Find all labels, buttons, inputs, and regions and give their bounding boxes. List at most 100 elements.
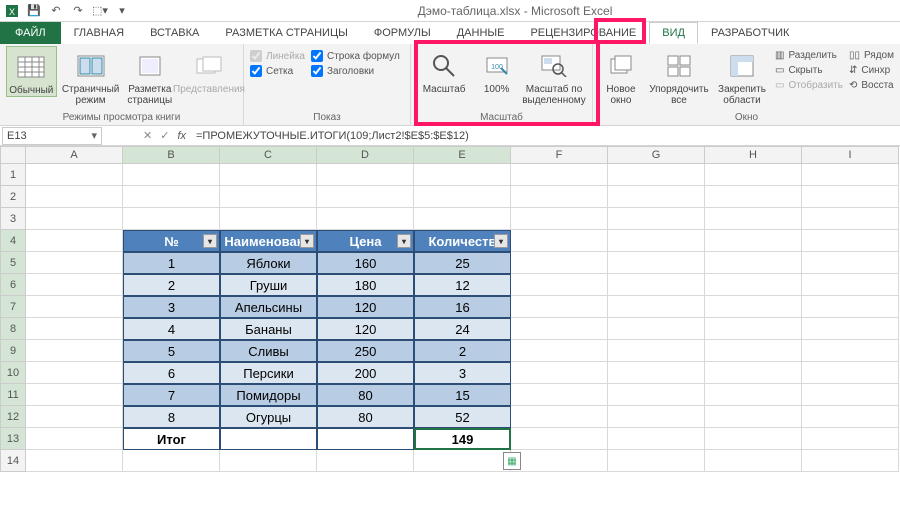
cell-B3[interactable] (123, 208, 220, 230)
col-header-F[interactable]: F (511, 146, 608, 164)
cell-G8[interactable] (608, 318, 705, 340)
filter-button[interactable]: ▾ (300, 234, 314, 248)
cell-A1[interactable] (26, 164, 123, 186)
cell-B2[interactable] (123, 186, 220, 208)
cell-G1[interactable] (608, 164, 705, 186)
cell-C13[interactable] (220, 428, 317, 450)
tab-review[interactable]: РЕЦЕНЗИРОВАНИЕ (517, 22, 649, 44)
cell-E14[interactable] (414, 450, 511, 472)
col-header-H[interactable]: H (705, 146, 802, 164)
cell-C10[interactable]: Персики (220, 362, 317, 384)
cell-A5[interactable] (26, 252, 123, 274)
filter-button[interactable]: ▾ (494, 234, 508, 248)
cell-D14[interactable] (317, 450, 414, 472)
cell-F11[interactable] (511, 384, 608, 406)
tab-file[interactable]: ФАЙЛ (0, 22, 61, 44)
cell-I5[interactable] (802, 252, 899, 274)
cell-E12[interactable]: 52 (414, 406, 511, 428)
tab-view[interactable]: ВИД (649, 22, 698, 44)
cell-E2[interactable] (414, 186, 511, 208)
cell-B14[interactable] (123, 450, 220, 472)
tab-formulas[interactable]: ФОРМУЛЫ (361, 22, 444, 44)
cell-C2[interactable] (220, 186, 317, 208)
undo-icon[interactable]: ↶ (48, 3, 64, 19)
redo-icon[interactable]: ↷ (70, 3, 86, 19)
cell-F10[interactable] (511, 362, 608, 384)
cell-B11[interactable]: 7 (123, 384, 220, 406)
cell-H10[interactable] (705, 362, 802, 384)
col-header-C[interactable]: C (220, 146, 317, 164)
cell-B5[interactable]: 1 (123, 252, 220, 274)
cell-A6[interactable] (26, 274, 123, 296)
cell-I3[interactable] (802, 208, 899, 230)
cell-F2[interactable] (511, 186, 608, 208)
row-header-10[interactable]: 10 (0, 362, 26, 384)
cell-F4[interactable] (511, 230, 608, 252)
cell-C7[interactable]: Апельсины (220, 296, 317, 318)
cell-H4[interactable] (705, 230, 802, 252)
cell-D11[interactable]: 80 (317, 384, 414, 406)
row-header-4[interactable]: 4 (0, 230, 26, 252)
cell-I10[interactable] (802, 362, 899, 384)
cell-I1[interactable] (802, 164, 899, 186)
new-window-button[interactable]: Новое окно (599, 46, 643, 106)
cell-D7[interactable]: 120 (317, 296, 414, 318)
cell-G7[interactable] (608, 296, 705, 318)
cell-H14[interactable] (705, 450, 802, 472)
cell-E3[interactable] (414, 208, 511, 230)
cell-I4[interactable] (802, 230, 899, 252)
col-header-E[interactable]: E (414, 146, 511, 164)
cell-H1[interactable] (705, 164, 802, 186)
cell-I13[interactable] (802, 428, 899, 450)
check-formula-bar[interactable]: Строка формул (311, 50, 400, 62)
cell-B6[interactable]: 2 (123, 274, 220, 296)
row-header-13[interactable]: 13 (0, 428, 26, 450)
cell-E9[interactable]: 2 (414, 340, 511, 362)
row-header-8[interactable]: 8 (0, 318, 26, 340)
cell-I6[interactable] (802, 274, 899, 296)
cell-F1[interactable] (511, 164, 608, 186)
view-pagelayout-button[interactable]: Разметка страницы (125, 46, 175, 106)
row-header-14[interactable]: 14 (0, 450, 26, 472)
select-all-corner[interactable] (0, 146, 26, 164)
cell-A13[interactable] (26, 428, 123, 450)
view-pagebreak-button[interactable]: Страничный режим (63, 46, 119, 106)
cell-H5[interactable] (705, 252, 802, 274)
cell-C14[interactable] (220, 450, 317, 472)
cell-H6[interactable] (705, 274, 802, 296)
row-header-7[interactable]: 7 (0, 296, 26, 318)
cell-F12[interactable] (511, 406, 608, 428)
cell-C9[interactable]: Сливы (220, 340, 317, 362)
spreadsheet-grid[interactable]: ABCDEFGHI1234№▾Наименовани▾Цена▾Количест… (0, 146, 900, 472)
cell-E1[interactable] (414, 164, 511, 186)
zoom-selection-button[interactable]: Масштаб по выделенному (522, 46, 586, 106)
col-header-G[interactable]: G (608, 146, 705, 164)
cell-F6[interactable] (511, 274, 608, 296)
tab-home[interactable]: ГЛАВНАЯ (61, 22, 137, 44)
cell-D6[interactable]: 180 (317, 274, 414, 296)
tab-data[interactable]: ДАННЫЕ (444, 22, 518, 44)
cell-F13[interactable] (511, 428, 608, 450)
row-header-11[interactable]: 11 (0, 384, 26, 406)
cell-A2[interactable] (26, 186, 123, 208)
cell-I14[interactable] (802, 450, 899, 472)
cell-E4[interactable]: Количеств▾ (414, 230, 511, 252)
cell-E10[interactable]: 3 (414, 362, 511, 384)
save-icon[interactable]: 💾 (26, 3, 42, 19)
col-header-B[interactable]: B (123, 146, 220, 164)
cell-F8[interactable] (511, 318, 608, 340)
cell-C8[interactable]: Бананы (220, 318, 317, 340)
cell-B10[interactable]: 6 (123, 362, 220, 384)
cell-D4[interactable]: Цена▾ (317, 230, 414, 252)
cell-H8[interactable] (705, 318, 802, 340)
cell-A14[interactable] (26, 450, 123, 472)
cell-E5[interactable]: 25 (414, 252, 511, 274)
col-header-I[interactable]: I (802, 146, 899, 164)
cell-F7[interactable] (511, 296, 608, 318)
row-header-12[interactable]: 12 (0, 406, 26, 428)
split-button[interactable]: ▥Разделить (775, 50, 843, 61)
cell-G5[interactable] (608, 252, 705, 274)
row-header-2[interactable]: 2 (0, 186, 26, 208)
col-header-A[interactable]: A (26, 146, 123, 164)
cell-E6[interactable]: 12 (414, 274, 511, 296)
